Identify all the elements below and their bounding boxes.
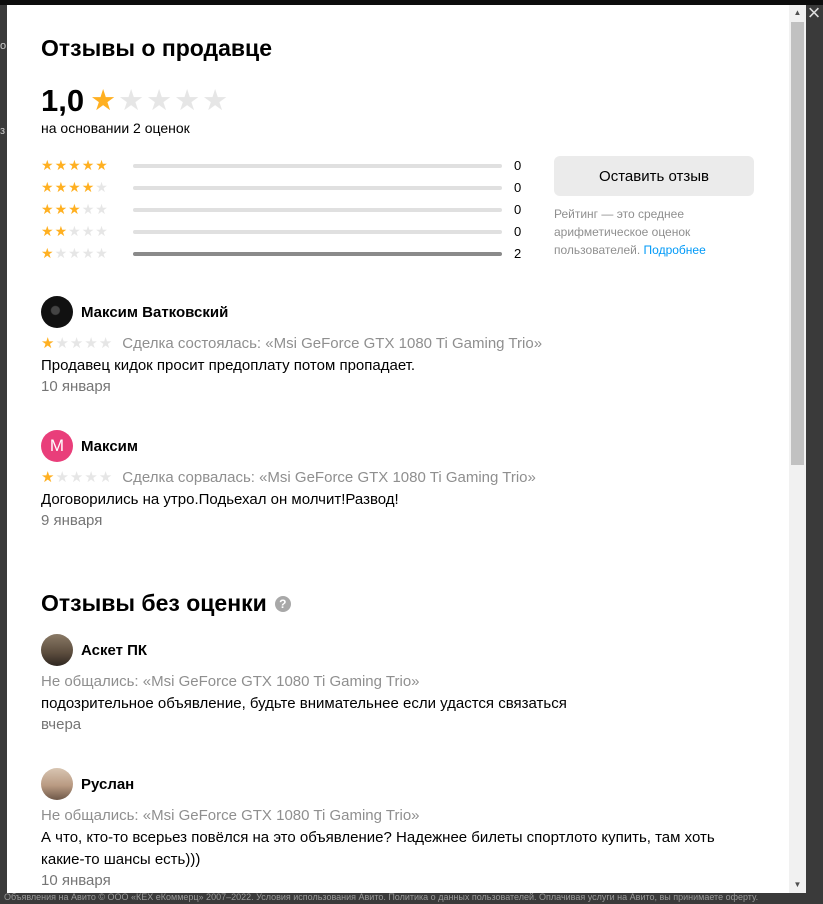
review-stars: ★ ★ ★ ★ ★ xyxy=(41,468,113,486)
rating-distribution: ★ ★ ★ ★ ★ 0 ★ ★ ★ ★ ★ 0 ★ ★ ★ ★ ★ 0 ★ ★ … xyxy=(41,155,531,265)
deal-status: Не общались: «Msi GeForce GTX 1080 Ti Ga… xyxy=(41,672,420,690)
distribution-row-1: ★ ★ ★ ★ ★ 2 xyxy=(41,243,531,265)
distribution-count: 0 xyxy=(514,158,522,173)
star-empty-icon: ★ xyxy=(174,84,201,117)
distribution-bar xyxy=(133,230,502,234)
distribution-row-2: ★ ★ ★ ★ ★ 0 xyxy=(41,221,531,243)
rating-stars: ★ ★ ★ ★ ★ xyxy=(90,84,229,117)
distribution-row-4: ★ ★ ★ ★ ★ 0 xyxy=(41,177,531,199)
review-meta: ★ ★ ★ ★ ★ Сделка состоялась: «Msi GeForce GT… xyxy=(41,334,781,352)
avatar[interactable] xyxy=(41,768,73,800)
review-date: 10 января xyxy=(41,378,111,395)
review-text: А что, кто-то всерьез повёлся на это объ… xyxy=(41,829,715,868)
avatar[interactable] xyxy=(41,296,73,328)
review-header: Аскет ПК xyxy=(41,633,781,667)
deal-status: Сделка состоялась: «Msi GeForce GTX 1080… xyxy=(122,334,543,352)
review-text: Договорились на утро.Подьехал он молчит!… xyxy=(41,491,399,508)
unrated-review-item: Руслан Не общались: «Msi GeForce GTX 108… xyxy=(41,767,781,889)
background-text: з xyxy=(0,125,6,137)
distribution-count: 2 xyxy=(514,246,522,261)
reviewer-name[interactable]: Максим Ватковский xyxy=(81,304,228,321)
unrated-reviews-title: Отзывы без оценки ? xyxy=(41,590,291,617)
modal-title: Отзывы о продавце xyxy=(41,35,272,61)
review-date: вчера xyxy=(41,716,82,733)
distribution-stars: ★ ★ ★ ★ ★ xyxy=(41,245,108,261)
review-stars: ★ ★ ★ ★ ★ xyxy=(41,334,113,352)
distribution-stars: ★ ★ ★ ★ ★ xyxy=(41,157,108,173)
avatar[interactable] xyxy=(41,634,73,666)
distribution-row-3: ★ ★ ★ ★ ★ 0 xyxy=(41,199,531,221)
distribution-stars: ★ ★ ★ ★ ★ xyxy=(41,201,108,217)
avatar[interactable]: М xyxy=(41,430,73,462)
seller-reviews-modal: Отзывы о продавце 1,0 ★ ★ ★ ★ ★ на основ… xyxy=(7,5,806,893)
distribution-bar xyxy=(133,164,502,168)
star-filled-icon: ★ xyxy=(90,84,117,117)
background-text: о xyxy=(0,40,7,52)
review-date: 10 января xyxy=(41,872,111,889)
review-meta: Не общались: «Msi GeForce GTX 1080 Ti Ga… xyxy=(41,672,781,690)
more-info-link[interactable]: Подробнее xyxy=(644,243,706,257)
star-empty-icon: ★ xyxy=(202,84,229,117)
scroll-up-arrow-icon[interactable]: ▲ xyxy=(789,5,806,21)
distribution-bar xyxy=(133,252,502,256)
scroll-down-arrow-icon[interactable]: ▼ xyxy=(789,877,806,893)
reviewer-name[interactable]: Руслан xyxy=(81,776,134,793)
distribution-count: 0 xyxy=(514,224,522,239)
distribution-count: 0 xyxy=(514,180,522,195)
distribution-count: 0 xyxy=(514,202,522,217)
distribution-bar xyxy=(133,186,502,190)
unrated-review-item: Аскет ПК Не общались: «Msi GeForce GTX 1… xyxy=(41,633,781,733)
review-header: Максим Ватковский xyxy=(41,295,781,329)
unrated-title-text: Отзывы без оценки xyxy=(41,590,267,616)
review-text: подозрительное объявление, будьте внимат… xyxy=(41,695,567,712)
scroll-thumb[interactable] xyxy=(791,22,804,465)
deal-status: Не общались: «Msi GeForce GTX 1080 Ti Ga… xyxy=(41,806,420,824)
review-item: М Максим ★ ★ ★ ★ ★ Сделка сорвалась: «Msi Ge… xyxy=(41,429,781,529)
review-text: Продавец кидок просит предоплату потом п… xyxy=(41,357,416,374)
star-empty-icon: ★ xyxy=(146,84,173,117)
review-header: М Максим xyxy=(41,429,781,463)
distribution-stars: ★ ★ ★ ★ ★ xyxy=(41,223,108,239)
overall-rating: 1,0 ★ ★ ★ ★ ★ xyxy=(41,83,228,119)
distribution-fill xyxy=(133,252,502,256)
rating-basis: на основании 2 оценок xyxy=(41,120,190,136)
reviewer-name[interactable]: Максим xyxy=(81,438,138,455)
review-date: 9 января xyxy=(41,512,103,529)
deal-status: Сделка сорвалась: «Msi GeForce GTX 1080 … xyxy=(122,468,536,486)
modal-scrollbar[interactable]: ▲ ▼ xyxy=(789,5,806,893)
review-meta: ★ ★ ★ ★ ★ Сделка сорвалась: «Msi GeForce GTX… xyxy=(41,468,781,486)
distribution-stars: ★ ★ ★ ★ ★ xyxy=(41,179,108,195)
close-icon[interactable]: × xyxy=(805,2,823,24)
review-item: Максим Ватковский ★ ★ ★ ★ ★ Сделка состоялас… xyxy=(41,295,781,395)
review-header: Руслан xyxy=(41,767,781,801)
leave-review-button[interactable]: Оставить отзыв xyxy=(554,156,754,196)
rating-note: Рейтинг — это среднее арифметическое оце… xyxy=(554,205,754,259)
help-icon[interactable]: ? xyxy=(274,595,291,612)
rating-value: 1,0 xyxy=(41,83,85,118)
review-meta: Не общались: «Msi GeForce GTX 1080 Ti Ga… xyxy=(41,806,781,824)
distribution-bar xyxy=(133,208,502,212)
reviewer-name[interactable]: Аскет ПК xyxy=(81,642,147,659)
star-empty-icon: ★ xyxy=(118,84,145,117)
distribution-row-5: ★ ★ ★ ★ ★ 0 xyxy=(41,155,531,177)
